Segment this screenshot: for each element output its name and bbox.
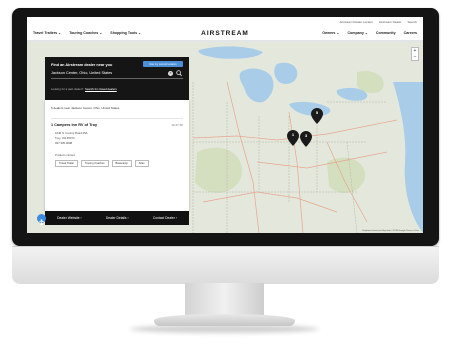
screen: Airstream Dealer Locator Airstream Deale… — [27, 17, 423, 233]
monitor-stand-foot — [154, 314, 295, 326]
dealer-address-line: Troy, OH 45373 — [55, 136, 75, 140]
location-search-input[interactable]: Jackson Center, Ohio, United States × — [51, 70, 183, 79]
nav-shopping-tools[interactable]: Shopping Tools ⌄ — [110, 31, 141, 35]
stand-shadow — [130, 325, 319, 333]
map-attribution: Keyboard shortcuts Map data ©2018 Google… — [362, 230, 419, 232]
utility-search-link[interactable]: Search — [407, 20, 417, 24]
search-value: Jackson Center, Ohio, United States — [51, 71, 113, 75]
airstream-logo[interactable]: AIRSTREAM — [201, 30, 249, 37]
use-location-button[interactable]: Use my current location — [143, 61, 183, 67]
product-tag: Basecamp — [111, 160, 132, 167]
product-tag: Atlas — [134, 160, 149, 167]
nav-company[interactable]: Company ⌄ — [347, 31, 367, 35]
closed-dealers-link[interactable]: Search for closed dealers — [85, 87, 117, 91]
nav-owners[interactable]: Owners ⌄ — [322, 31, 339, 35]
result-count: 5 dealers near Jackson Center, Ohio, Uni… — [51, 106, 120, 110]
monitor-chin — [12, 246, 439, 284]
dealer-distance: 10.27 MI — [171, 123, 183, 127]
contact-dealer-link[interactable]: Contact Dealer › — [153, 216, 177, 220]
dealer-phone[interactable]: 937.335.0098 — [55, 141, 72, 145]
product-tag: Travel Trailer — [55, 160, 79, 167]
map-pin-label: 3 — [304, 133, 308, 138]
map-pin-label: 1 — [291, 132, 295, 137]
zoom-out-button[interactable]: − — [412, 54, 418, 60]
map-pin[interactable]: 1 — [287, 130, 299, 146]
imac-monitor: Airstream Dealer Locator Airstream Deale… — [0, 0, 449, 344]
map-pin[interactable]: 3 — [300, 131, 312, 147]
monitor-stand-neck — [185, 283, 264, 317]
nav-touring-coaches[interactable]: Touring Coaches ⌄ — [69, 31, 102, 35]
nav-travel-trailers[interactable]: Travel Trailers ⌄ — [33, 31, 61, 35]
accessibility-person-icon — [39, 219, 44, 226]
products-label: Products carried — [55, 154, 75, 157]
dealer-search-panel: Find an Airstream dealer near you Use my… — [45, 57, 189, 100]
utility-link[interactable]: Airstream Dealer — [379, 20, 402, 24]
dealer-name[interactable]: 1 Campers Inn RV of Troy — [51, 123, 97, 127]
divider — [51, 118, 183, 119]
nav-left: Travel Trailers ⌄ Touring Coaches ⌄ Shop… — [33, 31, 193, 35]
dealer-details-link[interactable]: Dealer Details › — [106, 216, 129, 220]
dealer-address-line: 1040 S. County Road 25A — [55, 131, 88, 135]
nav-right: Owners ⌄ Company ⌄ Community Careers — [322, 31, 417, 35]
panel-title: Find an Airstream dealer near you — [51, 63, 113, 67]
dealer-website-link[interactable]: Dealer Website › — [57, 216, 82, 220]
product-tags: Travel Trailer Touring Coaches Basecamp … — [55, 160, 149, 167]
clear-icon[interactable]: × — [168, 71, 173, 76]
zoom-control: + − — [411, 47, 419, 61]
dealer-actions: Dealer Website › Dealer Details › Contac… — [45, 211, 189, 225]
dealer-results: 5 dealers near Jackson Center, Ohio, Uni… — [45, 100, 189, 211]
map-pin[interactable]: 5 — [311, 108, 323, 124]
utility-bar: Airstream Dealer Locator Airstream Deale… — [27, 17, 423, 26]
main-nav: Travel Trailers ⌄ Touring Coaches ⌄ Shop… — [27, 26, 423, 41]
utility-link[interactable]: Airstream Dealer Locator — [340, 20, 373, 24]
product-tag: Touring Coaches — [81, 160, 109, 167]
nav-community[interactable]: Community — [376, 31, 396, 35]
search-icon[interactable] — [176, 70, 182, 77]
nav-careers[interactable]: Careers — [404, 31, 417, 35]
accessibility-icon[interactable] — [37, 214, 46, 226]
past-dealer-text: Looking for a past dealer? — [51, 87, 84, 91]
map-pin-label: 5 — [315, 110, 319, 115]
